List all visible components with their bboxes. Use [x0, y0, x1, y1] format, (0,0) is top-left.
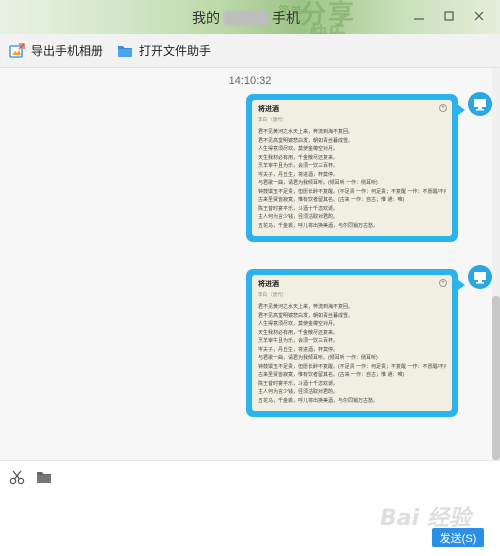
scrollbar-thumb[interactable]	[492, 296, 500, 460]
export-image-icon	[9, 42, 25, 59]
monitor-icon	[474, 98, 486, 110]
note-line: 岑夫子，丹丘生，将进酒，杯莫停。	[258, 171, 339, 178]
note-line: 陈王昔时宴平乐，斗酒十千恣欢谑。	[258, 380, 339, 387]
close-icon	[474, 11, 484, 21]
avatar[interactable]	[468, 265, 492, 289]
folder-icon	[117, 43, 133, 59]
note-line: 主人何为言少钱，径须沽取对君酌。	[258, 389, 339, 395]
note-line: 天生我材必有用，千金散尽还复来。	[258, 329, 339, 336]
window-title-suffix: 手机	[272, 10, 300, 26]
window-title-prefix: 我的	[192, 10, 220, 26]
note-line: 人生得意须尽欢，莫使金樽空对月。	[258, 146, 339, 152]
note-expand-icon: +	[439, 104, 447, 112]
maximize-icon	[444, 11, 454, 21]
note-line: 君不见黄河之水天上来，奔流到海不复回。	[258, 129, 354, 135]
note-line: 君不见黄河之水天上来，奔流到海不复回。	[258, 304, 354, 310]
minimize-button[interactable]	[406, 6, 432, 26]
note-line: 君不见高堂明镜悲白发，朝如青丝暮成雪。	[258, 137, 354, 144]
note-line: 古来圣贤皆寂寞，惟有饮者留其名。(古来 一作：自古；惟 通：唯)	[258, 372, 405, 378]
title-decor-text-2: 快乐	[310, 24, 346, 34]
note-line: 天生我材必有用，千金散尽还复来。	[258, 154, 339, 161]
note-line: 五花马，千金裘，呼儿将出换美酒，与尔同销万古愁。	[258, 222, 379, 229]
note-line: 与君歌一曲，请君为我倾耳听。(倾耳听 一作：侧耳听)	[258, 180, 378, 186]
window-controls	[406, 6, 492, 26]
send-button[interactable]: 发送(S)	[432, 528, 484, 547]
note-expand-icon: +	[439, 279, 447, 287]
toolbar: 导出手机相册 打开文件助手	[0, 34, 500, 68]
message-bubble[interactable]: 将进酒 李白 〔唐代〕 + 君不见黄河之水天上来，奔流到海不复回。 君不见高堂明…	[246, 269, 465, 417]
note-title: 将进酒	[258, 281, 279, 288]
open-file-helper-button[interactable]: 打开文件助手	[117, 42, 211, 59]
screenshot-scissors-icon[interactable]	[9, 469, 25, 485]
note-line: 烹羊宰牛且为乐，会须一饮三百杯。	[258, 163, 339, 169]
note-card: 将进酒 李白 〔唐代〕 + 君不见黄河之水天上来，奔流到海不复回。 君不见高堂明…	[252, 100, 452, 236]
note-line: 古来圣贤皆寂寞，惟有饮者留其名。(古来 一作：自古；惟 通：唯)	[258, 197, 405, 203]
note-line: 钟鼓馔玉不足贵，但愿长醉不复醒。(不足贵 一作：何足贵；不复醒 一作：不愿醒/不…	[258, 363, 446, 370]
note-line: 与君歌一曲，请君为我倾耳听。(倾耳听 一作：侧耳听)	[258, 355, 378, 361]
note-line: 陈王昔时宴平乐，斗酒十千恣欢谑。	[258, 205, 339, 212]
note-line: 烹羊宰牛且为乐，会须一饮三百杯。	[258, 338, 339, 344]
scrollbar[interactable]	[492, 68, 500, 460]
send-file-folder-icon[interactable]	[36, 469, 52, 485]
input-toolbar	[0, 460, 500, 492]
avatar[interactable]	[468, 92, 492, 116]
close-button[interactable]	[466, 6, 492, 26]
maximize-button[interactable]	[436, 6, 462, 26]
note-line: 人生得意须尽欢，莫使金樽空对月。	[258, 321, 339, 327]
window-title: 我的 手机	[192, 8, 300, 28]
note-title: 将进酒	[258, 106, 279, 113]
open-file-helper-label: 打开文件助手	[139, 44, 212, 58]
export-album-button[interactable]: 导出手机相册	[9, 42, 103, 59]
note-line: 五花马，千金裘，呼儿将出换美酒，与尔同销万古愁。	[258, 397, 379, 404]
title-bar: 简单 分享 快乐 我的 手机	[0, 0, 500, 34]
note-line: 岑夫子，丹丘生，将进酒，杯莫停。	[258, 346, 339, 353]
note-card: 将进酒 李白 〔唐代〕 + 君不见黄河之水天上来，奔流到海不复回。 君不见高堂明…	[252, 275, 452, 411]
note-body: 君不见黄河之水天上来，奔流到海不复回。 君不见高堂明镜悲白发，朝如青丝暮成雪。 …	[258, 303, 446, 405]
message-bubble[interactable]: 将进酒 李白 〔唐代〕 + 君不见黄河之水天上来，奔流到海不复回。 君不见高堂明…	[246, 94, 465, 242]
note-line: 君不见高堂明镜悲白发，朝如青丝暮成雪。	[258, 312, 354, 319]
note-body: 君不见黄河之水天上来，奔流到海不复回。 君不见高堂明镜悲白发，朝如青丝暮成雪。 …	[258, 128, 446, 230]
note-line: 钟鼓馔玉不足贵，但愿长醉不复醒。(不足贵 一作：何足贵；不复醒 一作：不愿醒/不…	[258, 188, 446, 195]
note-author: 李白 〔唐代〕	[258, 117, 287, 122]
export-album-label: 导出手机相册	[31, 44, 104, 58]
note-author: 李白 〔唐代〕	[258, 292, 287, 297]
note-line: 主人何为言少钱，径须沽取对君酌。	[258, 214, 339, 220]
message-timestamp: 14:10:32	[228, 75, 272, 87]
monitor-icon	[474, 271, 486, 283]
minimize-icon	[414, 18, 424, 20]
chat-history[interactable]: 14:10:32 将进酒 李白 〔唐代〕 + 君不见黄河之水天上来，奔流到海不复…	[0, 68, 500, 460]
blurred-name	[224, 11, 268, 25]
